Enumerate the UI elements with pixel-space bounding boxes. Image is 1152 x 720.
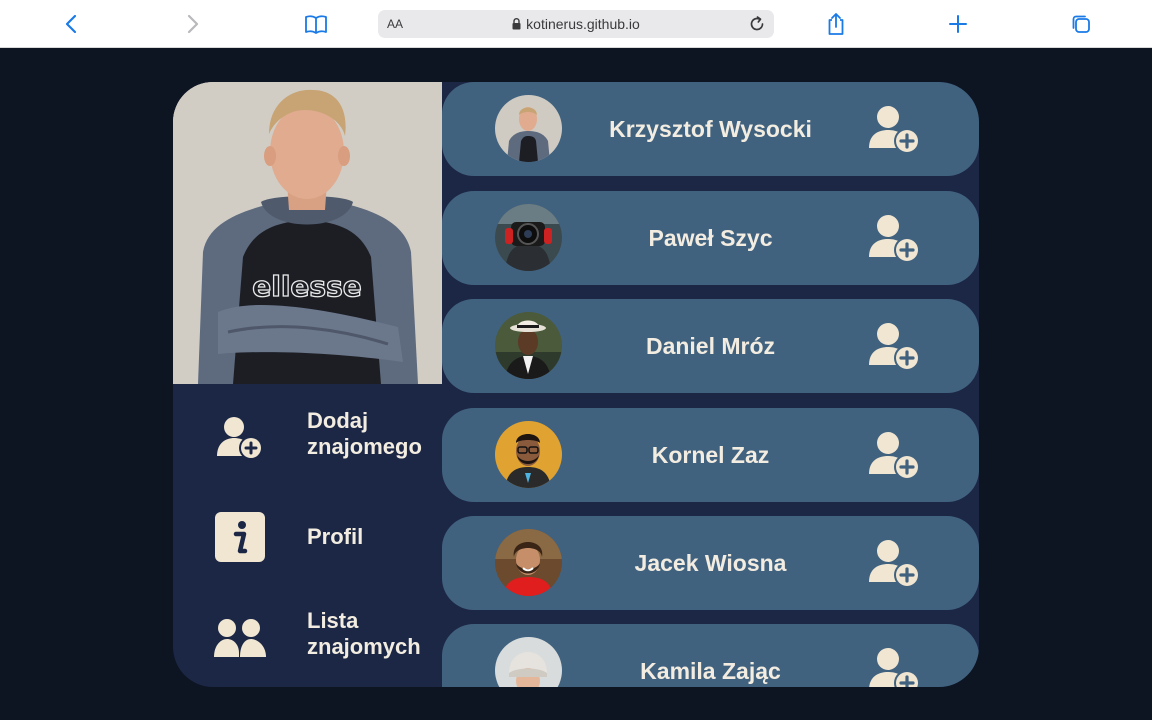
add-friend-button[interactable] (866, 430, 922, 484)
browser-toolbar: AA kotinerus.github.io (0, 0, 1152, 48)
new-tab-button[interactable] (944, 10, 972, 38)
avatar (495, 95, 562, 162)
url-display: kotinerus.github.io (378, 16, 774, 32)
chevron-right-icon (187, 14, 199, 34)
avatar (495, 204, 562, 271)
friend-name: Jacek Wiosna (634, 550, 787, 576)
avatar (495, 421, 562, 488)
friend-name: Krzysztof Wysocki (609, 116, 812, 142)
add-friend-button[interactable] (866, 538, 922, 592)
friends-list: Krzysztof Wysocki Paweł Szyc Daniel Mróz… (442, 82, 979, 687)
plus-icon (949, 15, 967, 33)
add-friend-button[interactable] (866, 646, 922, 687)
avatar (495, 637, 562, 687)
reload-icon (750, 16, 764, 31)
lock-icon (512, 18, 521, 30)
sidebar-item-add-friend[interactable]: Dodaj znajomego (173, 399, 442, 479)
add-user-icon (213, 413, 267, 465)
friend-card: Krzysztof Wysocki (442, 82, 979, 176)
bookmarks-button[interactable] (302, 10, 330, 38)
friend-name: Paweł Szyc (648, 225, 773, 251)
info-icon (213, 511, 267, 563)
tabs-button[interactable] (1067, 10, 1095, 38)
sidebar-item-label: Lista znajomych (307, 608, 421, 659)
sidebar-item-profile[interactable]: Profil (173, 497, 442, 577)
back-button[interactable] (57, 10, 85, 38)
sidebar-item-friends-list[interactable]: Lista znajomych (173, 599, 442, 679)
avatar (495, 529, 562, 596)
add-user-icon (869, 648, 920, 687)
share-icon (828, 13, 844, 35)
url-text: kotinerus.github.io (526, 16, 640, 32)
app-card: ellesse Dodaj znajomego Profil Lista zna… (173, 82, 979, 687)
add-user-icon (869, 106, 920, 154)
add-user-icon (869, 540, 920, 588)
sidebar-item-label: Profil (307, 524, 364, 549)
book-icon (305, 15, 327, 34)
chevron-left-icon (65, 14, 77, 34)
friend-card: Kamila Zając (442, 624, 979, 687)
friend-card: Jacek Wiosna (442, 516, 979, 610)
share-button[interactable] (822, 10, 850, 38)
friend-name: Kornel Zaz (651, 442, 770, 468)
address-bar[interactable]: AA kotinerus.github.io (378, 10, 774, 38)
friend-card: Kornel Zaz (442, 408, 979, 502)
add-user-icon (869, 323, 920, 371)
add-user-icon (869, 215, 920, 263)
forward-button[interactable] (179, 10, 207, 38)
sidebar-menu: Dodaj znajomego Profil Lista znajomych (173, 384, 442, 687)
friend-name: Kamila Zając (640, 658, 781, 684)
add-friend-button[interactable] (866, 321, 922, 375)
sidebar-item-label: Dodaj znajomego (307, 408, 422, 459)
svg-text:ellesse: ellesse (252, 270, 362, 303)
friend-card: Daniel Mróz (442, 299, 979, 393)
avatar (495, 312, 562, 379)
add-friend-button[interactable] (866, 104, 922, 158)
friend-card: Paweł Szyc (442, 191, 979, 285)
profile-photo: ellesse (173, 82, 442, 384)
reload-button[interactable] (746, 13, 768, 35)
profile-photo-image: ellesse (173, 82, 442, 384)
users-icon (213, 613, 267, 665)
tabs-icon (1072, 15, 1090, 33)
add-friend-button[interactable] (866, 213, 922, 267)
add-user-icon (869, 432, 920, 480)
friend-name: Daniel Mróz (645, 333, 776, 359)
